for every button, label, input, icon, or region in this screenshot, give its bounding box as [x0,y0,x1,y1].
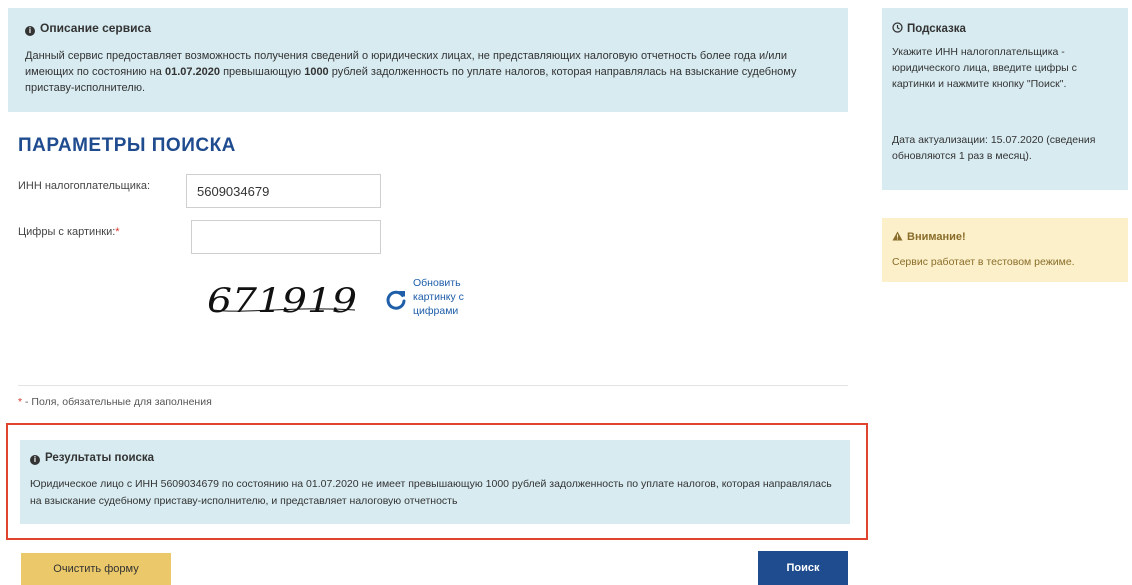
search-results-panel: i Результаты поиска Юридическое лицо с ИН… [20,440,850,524]
captcha-image: 671919 [207,281,357,321]
clock-icon [892,22,903,33]
inn-input[interactable] [186,174,381,208]
form-divider [18,385,848,386]
search-results-header: i Результаты поиска [30,452,154,465]
required-note-text: - Поля, обязательные для заполнения [22,396,212,408]
captcha-input[interactable] [191,220,381,254]
clear-form-button[interactable]: Очистить форму [21,553,171,585]
refresh-captcha-link[interactable]: Обновить картинку с цифрами [413,276,483,318]
hint-update-text: Дата актуализации: 15.07.2020 (сведения … [892,134,1096,162]
required-fields-note: * - Поля, обязательные для заполнения [18,396,212,408]
captcha-label-text: Цифры с картинки: [18,226,116,238]
info-icon: i [25,26,35,36]
service-description-text-part2: превышающую [220,66,305,78]
warning-text: Сервис работает в тестовом режиме. [892,256,1075,268]
inn-label: ИНН налогоплательщика: [18,180,151,192]
hint-text: Укажите ИНН налогоплательщика - юридичес… [892,46,1077,90]
service-description-header: i Описание сервиса [25,21,151,36]
service-description-text: Данный сервис предоставляет возможность … [25,48,835,96]
search-params-title: ПАРАМЕТРЫ ПОИСКА [18,135,236,156]
captcha-label: Цифры с картинки:* [18,226,120,238]
search-results-title: Результаты поиска [45,452,155,464]
warning-icon [892,231,903,241]
warning-panel: Внимание! Сервис работает в тестовом реж… [882,218,1128,282]
captcha-digits: 671919 [207,281,357,321]
required-mark: * [115,226,120,238]
warning-header: Внимание! [892,231,966,243]
service-description-amount: 1000 [304,66,329,78]
service-description-date: 01.07.2020 [164,66,221,78]
search-results-text: Юридическое лицо с ИНН 5609034679 по сос… [30,478,832,507]
info-icon: i [30,455,40,465]
warning-title: Внимание! [907,231,966,243]
hint-panel: Подсказка Укажите ИНН налогоплательщика … [882,8,1128,190]
hint-header: Подсказка [892,22,966,35]
refresh-icon[interactable] [383,287,409,313]
hint-title: Подсказка [907,23,966,35]
service-description-panel: i Описание сервиса Данный сервис предоста… [8,8,848,112]
search-button[interactable]: Поиск [758,551,848,585]
service-description-title: Описание сервиса [40,21,152,35]
